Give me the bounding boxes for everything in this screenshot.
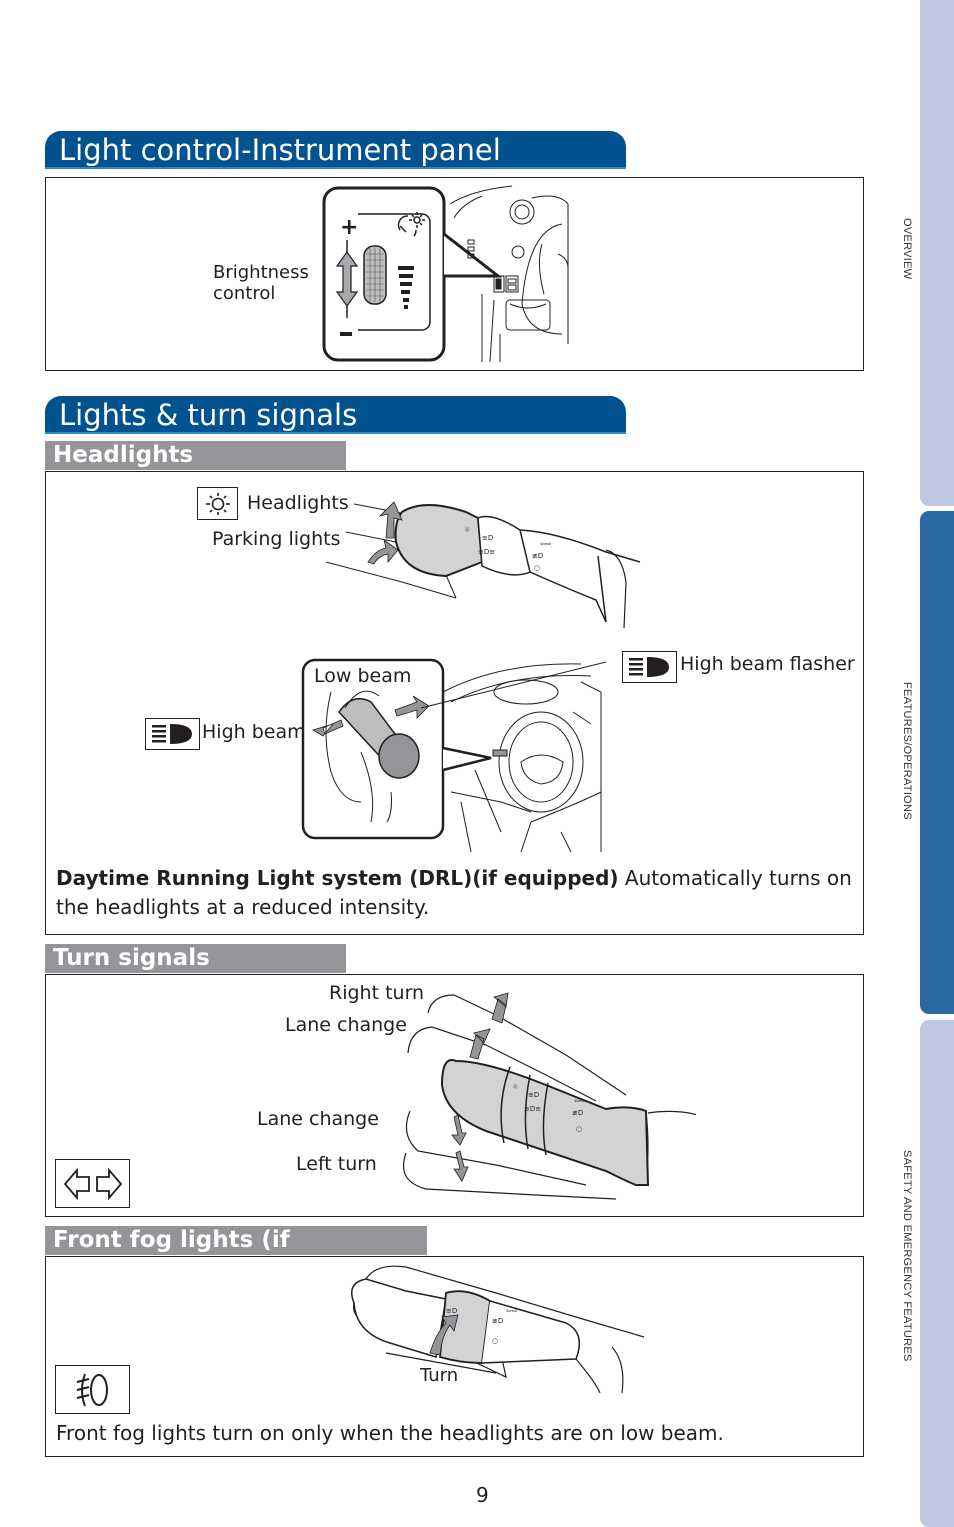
svg-text:○: ○ — [576, 1125, 582, 1133]
turn-signals-panel: Right turn Lane change Lane change Left … — [45, 974, 864, 1217]
turn-label: Turn — [420, 1365, 459, 1386]
light-control-panel: Brightness control + — [45, 177, 864, 371]
turn-signal-stalk-illustration: ☼ ≡D ≡D≡ ⇦⇨ ≢D ○ — [402, 992, 696, 1200]
page-number: 9 — [476, 1483, 489, 1507]
headlight-stalk-illustration: ☼ ≡D ≡D≡ ⇦⇨ ≢D ○ — [325, 501, 641, 629]
svg-text:⇦⇨: ⇦⇨ — [574, 1097, 586, 1105]
side-tab-features-bg[interactable] — [920, 511, 954, 1014]
turn-signal-arrows-icon — [55, 1159, 130, 1208]
side-tab-features-operations[interactable]: FEATURES/OPERATIONS — [901, 682, 913, 820]
low-beam-label: Low beam — [314, 665, 412, 687]
left-turn-label: Left turn — [296, 1153, 377, 1175]
side-tab-safety-bg[interactable] — [920, 1020, 954, 1527]
svg-text:≢D: ≢D — [572, 1109, 583, 1117]
svg-text:≢D: ≢D — [532, 552, 543, 560]
fog-light-icon — [55, 1365, 130, 1414]
svg-text:≡D≡: ≡D≡ — [478, 548, 495, 556]
side-tab-overview-bg[interactable] — [920, 0, 954, 506]
subheading-front-fog-lights: Front fog lights (if equipped) — [45, 1226, 427, 1282]
lane-change-down-label: Lane change — [257, 1108, 379, 1130]
section-title-light-control: Light control-Instrument panel — [45, 131, 626, 169]
brightness-label-line2: control — [213, 283, 276, 304]
svg-text:≡D: ≡D — [528, 1091, 539, 1099]
fog-lights-note: Front fog lights turn on only when the h… — [56, 1421, 724, 1445]
high-beam-flasher-icon — [622, 651, 677, 683]
headlights-panel: Headlights Parking lights ☼ ≡D ≡D≡ ⇦⇨ ≢D ○ H… — [45, 471, 864, 935]
section-title-lights-turn-signals: Lights & turn signals — [45, 396, 626, 434]
side-tab-overview[interactable]: OVERVIEW — [901, 218, 913, 280]
svg-text:○: ○ — [534, 564, 540, 572]
minus-symbol — [340, 332, 352, 336]
headlight-icon — [197, 487, 238, 520]
plus-symbol: + — [340, 215, 358, 240]
side-tab-safety-emergency[interactable]: SAFETY AND EMERGENCY FEATURES — [901, 1150, 913, 1362]
fog-lights-panel: ≡D ≢D ⇦⇨ ○ Turn Front fog lights turn on on… — [45, 1256, 864, 1457]
svg-text:○: ○ — [492, 1337, 498, 1345]
high-beam-label: High beam — [202, 721, 306, 743]
brightness-control-label: Brightness control — [213, 262, 309, 304]
svg-text:≡D≡: ≡D≡ — [524, 1105, 541, 1113]
subheading-turn-signals: Turn signals — [45, 944, 346, 973]
subheading-headlights: Headlights — [45, 441, 346, 470]
high-beam-icon — [145, 718, 200, 750]
svg-text:≢D: ≢D — [492, 1317, 503, 1325]
svg-text:≡D: ≡D — [482, 534, 493, 542]
fog-light-stalk-illustration: ≡D ≢D⇦⇨ ○ — [351, 1265, 645, 1393]
drl-title: Daytime Running Light system (DRL)(if eq… — [56, 866, 619, 890]
svg-text:☼: ☼ — [464, 526, 470, 534]
svg-text:≡D: ≡D — [446, 1307, 457, 1315]
brightness-control-illustration: + — [322, 185, 569, 363]
brightness-label-line1: Brightness — [213, 262, 309, 283]
drl-description: Daytime Running Light system (DRL)(if eq… — [56, 864, 856, 922]
svg-text:⇦⇨: ⇦⇨ — [540, 540, 552, 548]
svg-text:☼: ☼ — [512, 1083, 518, 1091]
high-beam-flasher-label: High beam flasher — [680, 653, 855, 675]
svg-text:⇦⇨: ⇦⇨ — [506, 1307, 518, 1315]
